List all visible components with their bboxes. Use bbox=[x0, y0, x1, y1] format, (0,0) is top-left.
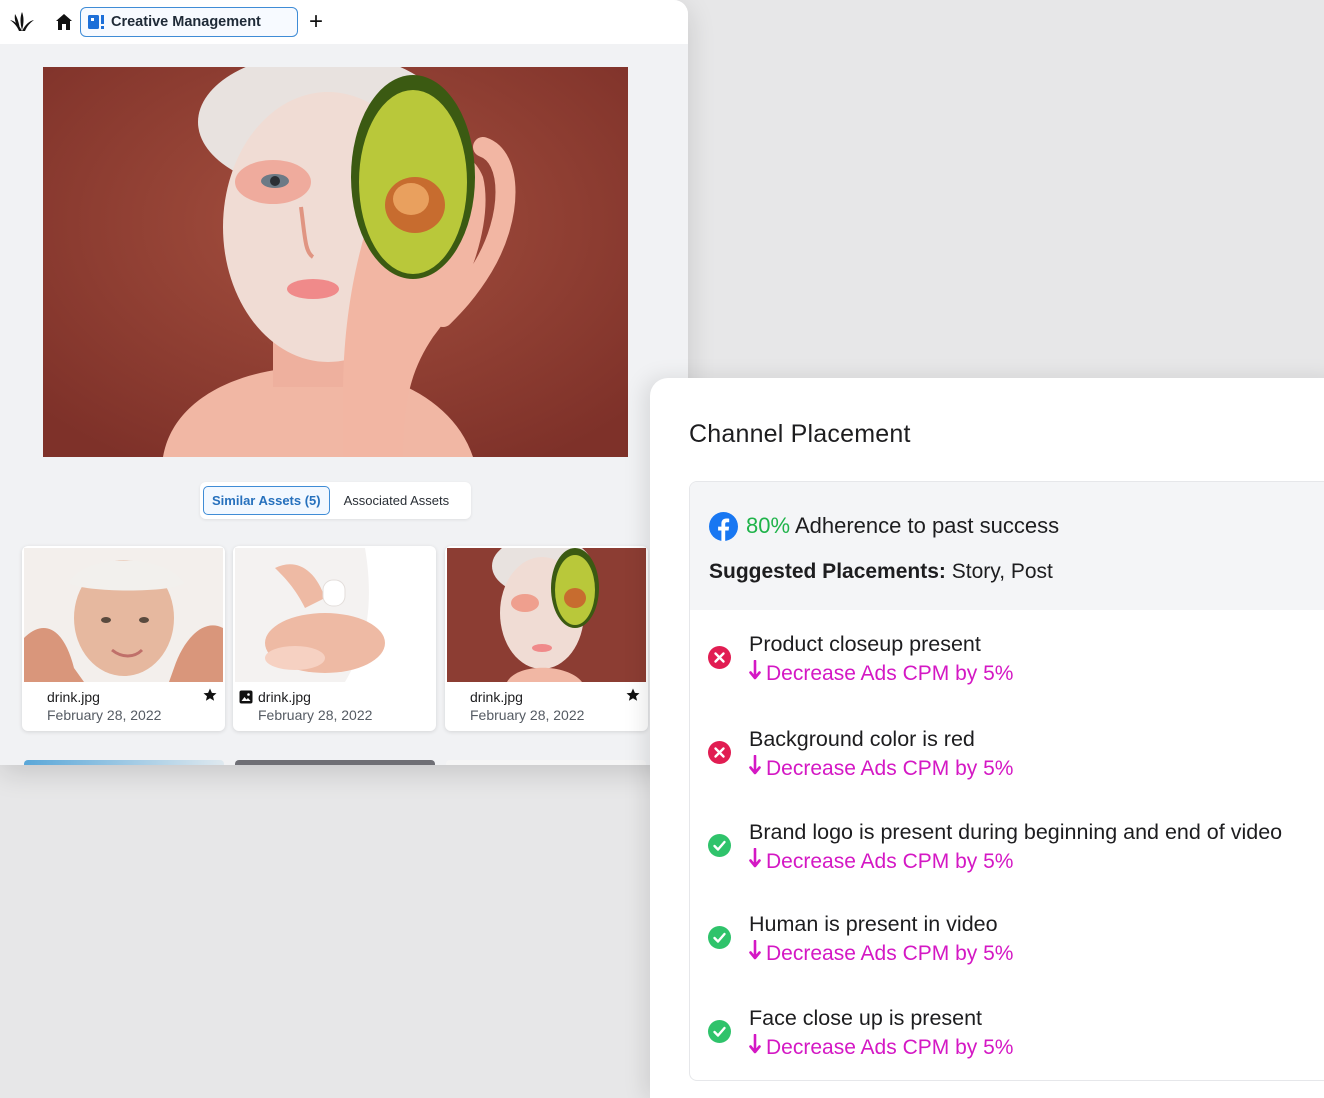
rule-impact: Decrease Ads CPM by 5% bbox=[749, 939, 1014, 966]
rule-impact-text: Decrease Ads CPM by 5% bbox=[766, 850, 1014, 873]
rule-impact-text: Decrease Ads CPM by 5% bbox=[766, 757, 1014, 780]
pass-check-icon bbox=[708, 1020, 731, 1043]
adherence-label: Adherence to past success bbox=[794, 513, 1060, 538]
pass-check-icon bbox=[708, 926, 731, 949]
asset-card-peek bbox=[24, 760, 224, 765]
asset-card[interactable]: drink.jpg February 28, 2022 bbox=[22, 546, 225, 731]
suggested-placements-value: Story, Post bbox=[951, 560, 1053, 583]
asset-card[interactable]: drink.jpg February 28, 2022 bbox=[233, 546, 436, 731]
creative-management-window: Creative Management + Similar Assets (5)… bbox=[0, 0, 688, 765]
rule-impact-text: Decrease Ads CPM by 5% bbox=[766, 1036, 1014, 1059]
asset-date: February 28, 2022 bbox=[47, 707, 162, 723]
rule-item: Brand logo is present during beginning a… bbox=[690, 810, 1324, 890]
suggested-placements-label: Suggested Placements: bbox=[709, 560, 946, 583]
star-icon[interactable] bbox=[626, 688, 640, 702]
asset-card[interactable]: drink.jpg February 28, 2022 bbox=[445, 546, 648, 731]
arrow-down-icon bbox=[749, 659, 763, 686]
placement-summary: 80% Adherence to past success Suggested … bbox=[690, 482, 1324, 610]
suggested-placements: Suggested Placements: Story, Post bbox=[709, 560, 1053, 584]
rule-impact: Decrease Ads CPM by 5% bbox=[749, 1033, 1014, 1060]
rule-title: Product closeup present bbox=[749, 632, 981, 656]
adherence-score: 80% Adherence to past success bbox=[746, 513, 1059, 539]
image-type-icon bbox=[239, 690, 253, 704]
rule-impact: Decrease Ads CPM by 5% bbox=[749, 659, 1014, 686]
star-icon[interactable] bbox=[203, 688, 217, 702]
placement-card: 80% Adherence to past success Suggested … bbox=[689, 481, 1324, 1081]
adherence-percentage: 80% bbox=[746, 513, 791, 538]
arrow-down-icon bbox=[749, 1033, 763, 1060]
pass-check-icon bbox=[708, 834, 731, 857]
asset-thumbnail[interactable] bbox=[24, 548, 223, 682]
rule-impact: Decrease Ads CPM by 5% bbox=[749, 847, 1014, 874]
rule-impact-text: Decrease Ads CPM by 5% bbox=[766, 942, 1014, 965]
brand-logo-icon[interactable] bbox=[8, 8, 36, 36]
facebook-icon bbox=[709, 512, 738, 541]
creative-board-icon bbox=[87, 13, 105, 31]
rule-item: Product closeup present Decrease Ads CPM… bbox=[690, 622, 1324, 702]
tab-associated-assets[interactable]: Associated Assets bbox=[330, 486, 460, 515]
rule-title: Face close up is present bbox=[749, 1006, 983, 1030]
tab-similar-assets[interactable]: Similar Assets (5) bbox=[203, 486, 330, 515]
home-icon[interactable] bbox=[54, 12, 74, 32]
arrow-down-icon bbox=[749, 939, 763, 966]
asset-filename: drink.jpg bbox=[258, 689, 311, 705]
asset-thumbnail[interactable] bbox=[235, 548, 434, 682]
arrow-down-icon bbox=[749, 847, 763, 874]
asset-filename: drink.jpg bbox=[470, 689, 523, 705]
asset-date: February 28, 2022 bbox=[258, 707, 373, 723]
fail-x-icon bbox=[708, 741, 731, 764]
rule-title: Human is present in video bbox=[749, 912, 998, 936]
panel-title: Channel Placement bbox=[689, 420, 911, 448]
asset-filename: drink.jpg bbox=[47, 689, 100, 705]
rule-item: Human is present in video Decrease Ads C… bbox=[690, 902, 1324, 982]
rule-title: Background color is red bbox=[749, 727, 975, 751]
rule-item: Background color is red Decrease Ads CPM… bbox=[690, 717, 1324, 797]
tab-creative-management[interactable]: Creative Management bbox=[80, 7, 298, 37]
rule-item: Face close up is present Decrease Ads CP… bbox=[690, 996, 1324, 1076]
rule-impact: Decrease Ads CPM by 5% bbox=[749, 754, 1014, 781]
asset-date: February 28, 2022 bbox=[470, 707, 585, 723]
fail-x-icon bbox=[708, 646, 731, 669]
asset-card-peek bbox=[446, 760, 646, 765]
asset-tabs: Similar Assets (5) Associated Assets bbox=[200, 482, 471, 519]
top-bar: Creative Management + bbox=[0, 0, 688, 44]
add-tab-button[interactable]: + bbox=[306, 10, 326, 34]
tab-label: Creative Management bbox=[111, 14, 261, 30]
asset-card-peek bbox=[235, 760, 435, 765]
channel-placement-panel: Channel Placement 80% Adherence to past … bbox=[650, 378, 1324, 1098]
rule-impact-text: Decrease Ads CPM by 5% bbox=[766, 662, 1014, 685]
rule-title: Brand logo is present during beginning a… bbox=[749, 820, 1283, 844]
asset-preview-image[interactable] bbox=[43, 67, 628, 457]
arrow-down-icon bbox=[749, 754, 763, 781]
asset-thumbnail[interactable] bbox=[447, 548, 646, 682]
